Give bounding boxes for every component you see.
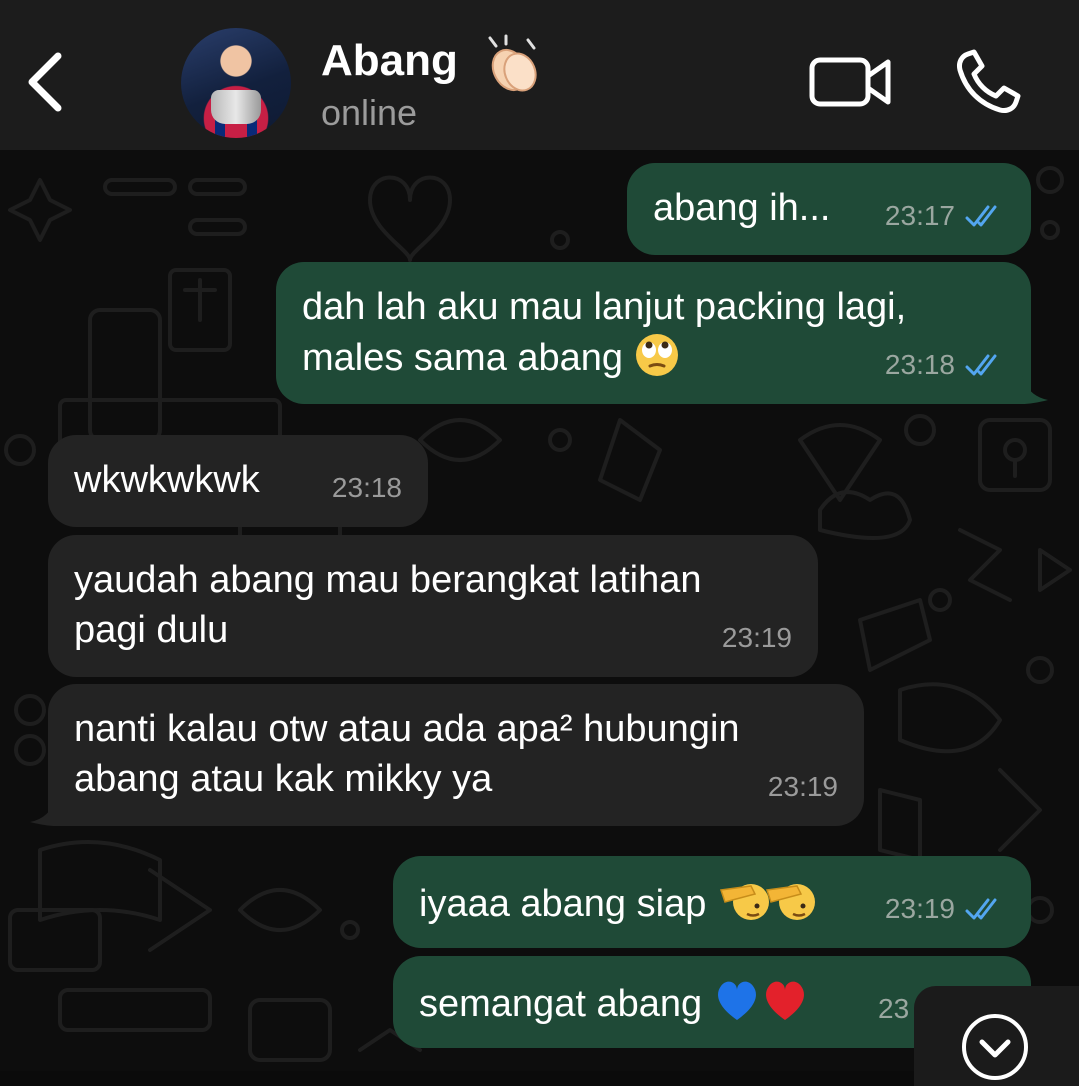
video-call-icon[interactable] — [808, 52, 894, 112]
message-meta: 23 — [878, 984, 909, 1034]
message-text: iyaaa abang siap — [419, 883, 707, 925]
message-text-line: yaudah abang mau berangkat latihan — [74, 559, 702, 601]
message-time: 23:17 — [884, 200, 955, 231]
hearts-icon — [717, 981, 804, 1020]
message-meta: 23:19 — [722, 613, 792, 663]
message-meta: 23:17 — [885, 191, 1005, 241]
message-time: 23:18 — [884, 349, 955, 380]
message-bubble-incoming[interactable]: wkwkwkwk 23:18 — [48, 435, 428, 527]
message-time: 23:19 — [767, 771, 838, 802]
contact-status: online — [321, 92, 418, 133]
read-ticks-icon — [965, 205, 997, 227]
message-bubble-incoming[interactable]: yaudah abang mau berangkat latihan pagi … — [48, 535, 818, 677]
message-bubble-outgoing[interactable]: iyaaa abang siap 23:19 — [393, 856, 1031, 948]
message-text: semangat abang — [419, 983, 703, 1025]
chevron-down-circle-icon — [962, 1014, 1028, 1080]
contact-name[interactable]: Abang — [321, 36, 458, 86]
message-text-line: dah lah aku mau lanjut packing lagi, — [302, 286, 907, 328]
message-bubble-incoming[interactable]: nanti kalau otw atau ada apa² hubungin a… — [48, 684, 864, 826]
phone-call-icon[interactable] — [954, 48, 1022, 116]
message-meta: 23:18 — [885, 340, 1005, 390]
scroll-to-bottom-button[interactable] — [914, 986, 1079, 1086]
message-time: 23:18 — [331, 472, 402, 503]
message-time: 23:19 — [884, 893, 955, 924]
back-arrow-icon[interactable] — [22, 50, 72, 114]
message-meta: 23:18 — [332, 463, 402, 513]
message-meta: 23:19 — [885, 884, 1005, 934]
message-text: abang ih... — [653, 187, 831, 229]
bubble-tail — [1022, 376, 1048, 404]
message-text-line: males sama abang — [302, 337, 624, 379]
message-text-line: abang atau kak mikky ya — [74, 758, 493, 800]
chat-area[interactable]: abang ih... 23:17 dah lah aku mau lanjut… — [0, 150, 1079, 1071]
read-ticks-icon — [965, 898, 997, 920]
read-ticks-icon — [965, 354, 997, 376]
chat-header: Abang online — [0, 0, 1079, 150]
contact-avatar[interactable] — [181, 28, 291, 138]
message-bubble-outgoing[interactable]: dah lah aku mau lanjut packing lagi, mal… — [276, 262, 1031, 404]
message-text: wkwkwkwk — [74, 459, 260, 501]
saluting-face-icon — [719, 884, 815, 920]
face-with-rolling-eyes-icon — [635, 334, 678, 376]
clapping-hands-icon — [488, 34, 537, 92]
message-meta: 23:19 — [768, 762, 838, 812]
bubble-tail — [30, 798, 56, 826]
message-time: 23 — [878, 993, 910, 1024]
message-text-line: nanti kalau otw atau ada apa² hubungin — [74, 708, 740, 750]
message-text-line: pagi dulu — [74, 609, 229, 651]
message-bubble-outgoing[interactable]: abang ih... 23:17 — [627, 163, 1031, 255]
message-time: 23:19 — [721, 622, 792, 653]
